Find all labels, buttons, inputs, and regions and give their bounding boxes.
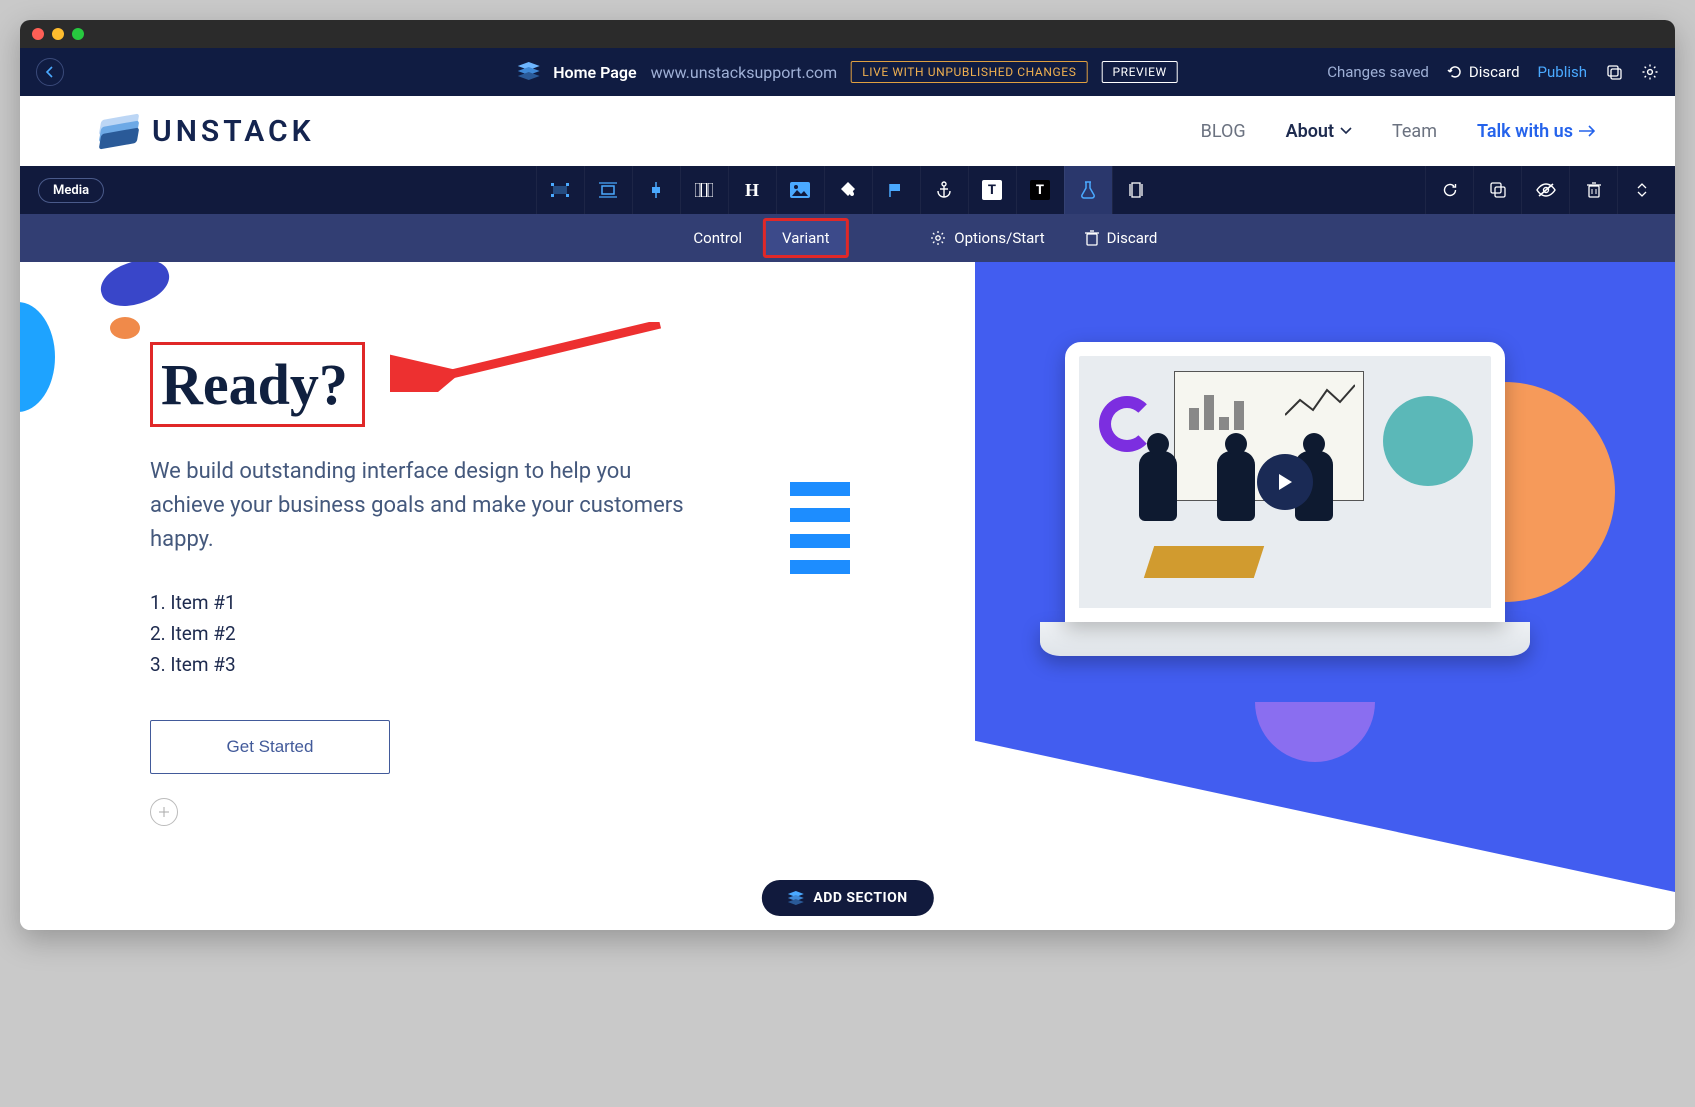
variant-bar: Control Variant Options/Start Discard <box>20 214 1675 262</box>
list-item[interactable]: Item #3 <box>150 653 710 676</box>
list-item[interactable]: Item #1 <box>150 591 710 614</box>
copy-icon[interactable] <box>1605 63 1623 81</box>
minimize-window-icon[interactable] <box>52 28 64 40</box>
hero-title[interactable]: Ready? <box>150 342 365 427</box>
tool-align[interactable] <box>632 166 680 214</box>
section-toolbar: Media H <box>20 166 1675 214</box>
tool-delete[interactable] <box>1569 166 1617 214</box>
topbar-right: Changes saved Discard Publish <box>1327 63 1659 81</box>
page-title: Home Page <box>553 63 636 82</box>
trash-icon <box>1085 230 1099 246</box>
toolbar-icon-group: H T T <box>536 166 1160 214</box>
variant-options-button[interactable]: Options/Start <box>930 229 1044 247</box>
discard-label: Discard <box>1469 63 1520 81</box>
settings-gear-icon[interactable] <box>1641 63 1659 81</box>
back-button[interactable] <box>36 58 64 86</box>
site-nav: BLOG About Team Talk with us <box>1201 121 1595 142</box>
illus-bar-chart <box>1189 386 1249 430</box>
maximize-window-icon[interactable] <box>72 28 84 40</box>
tab-variant[interactable]: Variant <box>764 219 847 257</box>
save-status: Changes saved <box>1327 63 1429 81</box>
nav-blog[interactable]: BLOG <box>1201 121 1246 142</box>
logo-text: UNSTACK <box>152 114 315 149</box>
hero-list[interactable]: Item #1 Item #2 Item #3 <box>150 591 710 676</box>
tool-ab-test[interactable] <box>1064 166 1112 214</box>
discard-button[interactable]: Discard <box>1447 63 1520 81</box>
tool-refresh[interactable] <box>1425 166 1473 214</box>
tool-columns[interactable] <box>680 166 728 214</box>
live-status-badge: LIVE WITH UNPUBLISHED CHANGES <box>851 61 1087 83</box>
nav-cta[interactable]: Talk with us <box>1477 121 1595 142</box>
tool-heading[interactable]: H <box>728 166 776 214</box>
tool-spacing[interactable] <box>584 166 632 214</box>
variant-tabs: Control Variant <box>675 219 847 257</box>
tool-image[interactable] <box>776 166 824 214</box>
hero-media[interactable] <box>1065 342 1505 656</box>
tool-pages[interactable] <box>1112 166 1160 214</box>
illus-desk <box>1144 546 1264 578</box>
browser-window: Home Page www.unstacksupport.com LIVE WI… <box>20 20 1675 930</box>
variant-discard-button[interactable]: Discard <box>1085 229 1158 247</box>
undo-icon <box>1447 64 1463 80</box>
media-type-chip[interactable]: Media <box>38 178 104 203</box>
add-section-button[interactable]: ADD SECTION <box>761 880 933 916</box>
nav-about-label: About <box>1286 121 1334 142</box>
variant-options-label: Options/Start <box>954 229 1044 247</box>
site-header: UNSTACK BLOG About Team Talk with us <box>20 96 1675 166</box>
site-logo[interactable]: UNSTACK <box>100 114 315 149</box>
publish-button[interactable]: Publish <box>1538 63 1587 81</box>
preview-button[interactable]: PREVIEW <box>1101 61 1177 83</box>
decor-orange-dot <box>110 317 140 339</box>
tool-text-dark[interactable]: T <box>1016 166 1064 214</box>
logo-stack-icon <box>100 117 138 145</box>
variant-actions: Options/Start Discard <box>930 229 1157 247</box>
nav-about-dropdown[interactable]: About <box>1286 121 1352 142</box>
variant-discard-label: Discard <box>1107 229 1158 247</box>
tool-visibility[interactable] <box>1521 166 1569 214</box>
illus-line-chart-icon <box>1285 380 1355 420</box>
add-element-button[interactable] <box>150 798 178 826</box>
hero-cta-button[interactable]: Get Started <box>150 720 390 774</box>
list-item[interactable]: Item #2 <box>150 622 710 645</box>
hero-subtitle[interactable]: We build outstanding interface design to… <box>150 455 710 557</box>
tool-flag[interactable] <box>872 166 920 214</box>
tool-reorder[interactable] <box>1617 166 1665 214</box>
tool-layout-width[interactable] <box>536 166 584 214</box>
brand-stack-icon <box>517 62 539 82</box>
tab-control[interactable]: Control <box>675 219 760 257</box>
laptop-screen <box>1065 342 1505 622</box>
decor-stripes <box>790 482 850 574</box>
chevron-down-icon <box>1340 127 1352 135</box>
editor-topbar: Home Page www.unstacksupport.com LIVE WI… <box>20 48 1675 96</box>
stack-icon <box>787 891 803 905</box>
laptop-base <box>1040 622 1530 656</box>
topbar-center: Home Page www.unstacksupport.com LIVE WI… <box>517 61 1178 83</box>
decor-blue-blob <box>20 302 55 412</box>
tool-duplicate[interactable] <box>1473 166 1521 214</box>
nav-cta-label: Talk with us <box>1477 121 1573 142</box>
toolbar-right-group <box>1425 166 1665 214</box>
tool-anchor[interactable] <box>920 166 968 214</box>
nav-team[interactable]: Team <box>1392 121 1437 142</box>
illus-teal-circle <box>1383 396 1473 486</box>
hero-text-block[interactable]: Ready? We build outstanding interface de… <box>150 342 710 826</box>
decor-indigo-blob <box>95 262 175 314</box>
page-canvas: Ready? We build outstanding interface de… <box>20 262 1675 930</box>
play-button[interactable] <box>1257 454 1313 510</box>
tool-text-light[interactable]: T <box>968 166 1016 214</box>
window-chrome <box>20 20 1675 48</box>
gear-icon <box>930 230 946 246</box>
add-section-label: ADD SECTION <box>813 890 907 906</box>
arrow-right-icon <box>1579 125 1595 137</box>
tool-background[interactable] <box>824 166 872 214</box>
close-window-icon[interactable] <box>32 28 44 40</box>
site-url: www.unstacksupport.com <box>651 63 838 82</box>
